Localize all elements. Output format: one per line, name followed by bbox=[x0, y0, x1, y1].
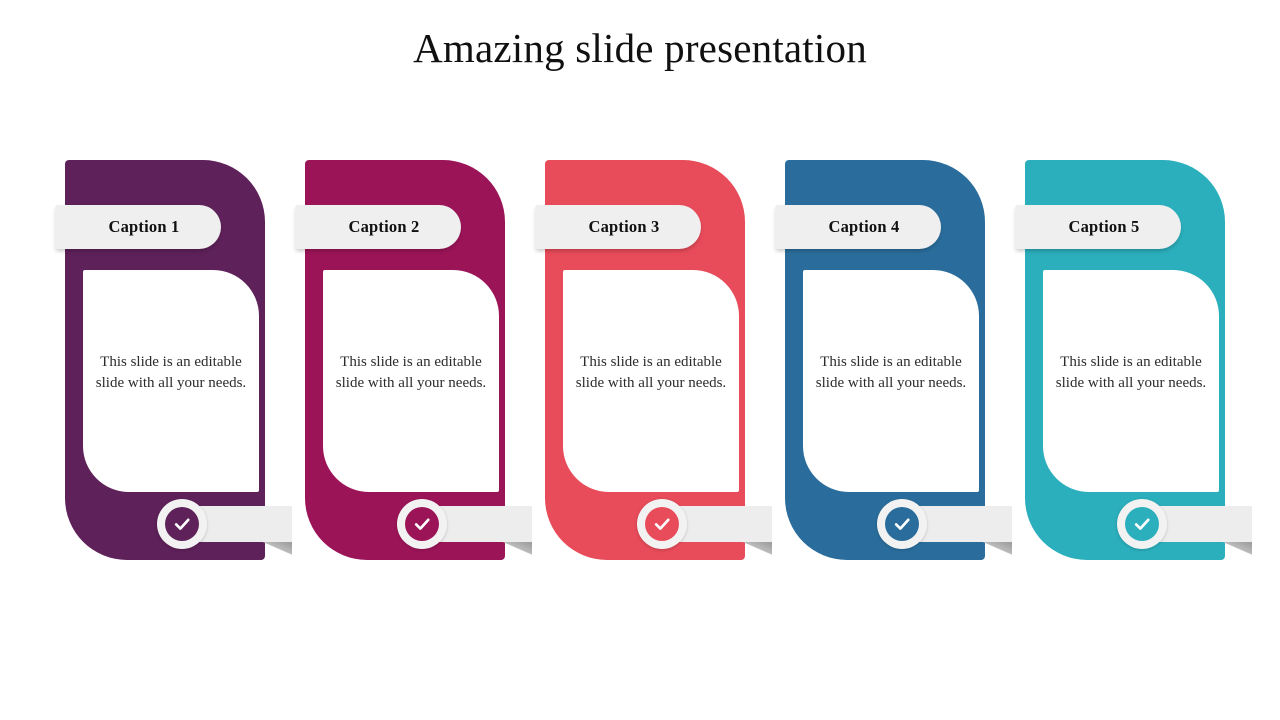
card-5[interactable]: This slide is an editable slide with all… bbox=[1015, 160, 1252, 560]
card-1-check-badge[interactable] bbox=[157, 499, 207, 549]
card-5-caption-label: Caption 5 bbox=[1068, 217, 1140, 236]
check-icon bbox=[1125, 507, 1159, 541]
card-3-panel: This slide is an editable slide with all… bbox=[563, 270, 739, 492]
card-3-ribbon-shadow bbox=[740, 542, 772, 556]
check-icon bbox=[165, 507, 199, 541]
card-5-ribbon-shadow bbox=[1220, 542, 1252, 556]
card-5-body-text: This slide is an editable slide with all… bbox=[1055, 354, 1207, 391]
check-icon bbox=[405, 507, 439, 541]
check-icon bbox=[645, 507, 679, 541]
card-4-caption-label: Caption 4 bbox=[828, 217, 900, 236]
card-2-check-badge[interactable] bbox=[397, 499, 447, 549]
card-4-check-badge[interactable] bbox=[877, 499, 927, 549]
card-4-panel: This slide is an editable slide with all… bbox=[803, 270, 979, 492]
card-1-panel: This slide is an editable slide with all… bbox=[83, 270, 259, 492]
slide-canvas: Amazing slide presentation This slide is… bbox=[0, 0, 1280, 720]
card-2-caption-ribbon[interactable]: Caption 2 bbox=[295, 205, 461, 249]
card-2-ribbon-shadow bbox=[500, 542, 532, 556]
card-row: This slide is an editable slide with all… bbox=[0, 160, 1280, 580]
card-1-caption-ribbon[interactable]: Caption 1 bbox=[55, 205, 221, 249]
card-4-ribbon-shadow bbox=[980, 542, 1012, 556]
page-title: Amazing slide presentation bbox=[413, 25, 867, 71]
card-3-check-badge[interactable] bbox=[637, 499, 687, 549]
card-3-caption-ribbon[interactable]: Caption 3 bbox=[535, 205, 701, 249]
check-icon bbox=[885, 507, 919, 541]
card-2-body-text: This slide is an editable slide with all… bbox=[335, 354, 487, 391]
card-1-caption-label: Caption 1 bbox=[108, 217, 180, 236]
card-5-panel: This slide is an editable slide with all… bbox=[1043, 270, 1219, 492]
card-5-caption-ribbon[interactable]: Caption 5 bbox=[1015, 205, 1181, 249]
card-2-panel: This slide is an editable slide with all… bbox=[323, 270, 499, 492]
card-1-ribbon-shadow bbox=[260, 542, 292, 556]
card-3-body-text: This slide is an editable slide with all… bbox=[575, 354, 727, 391]
card-5-check-badge[interactable] bbox=[1117, 499, 1167, 549]
card-4-caption-ribbon[interactable]: Caption 4 bbox=[775, 205, 941, 249]
card-1-body-text: This slide is an editable slide with all… bbox=[95, 354, 247, 391]
card-1[interactable]: This slide is an editable slide with all… bbox=[55, 160, 292, 560]
card-4-body-text: This slide is an editable slide with all… bbox=[815, 354, 967, 391]
card-2[interactable]: This slide is an editable slide with all… bbox=[295, 160, 532, 560]
card-4[interactable]: This slide is an editable slide with all… bbox=[775, 160, 1012, 560]
card-3-caption-label: Caption 3 bbox=[588, 217, 660, 236]
card-3[interactable]: This slide is an editable slide with all… bbox=[535, 160, 772, 560]
card-2-caption-label: Caption 2 bbox=[348, 217, 420, 236]
